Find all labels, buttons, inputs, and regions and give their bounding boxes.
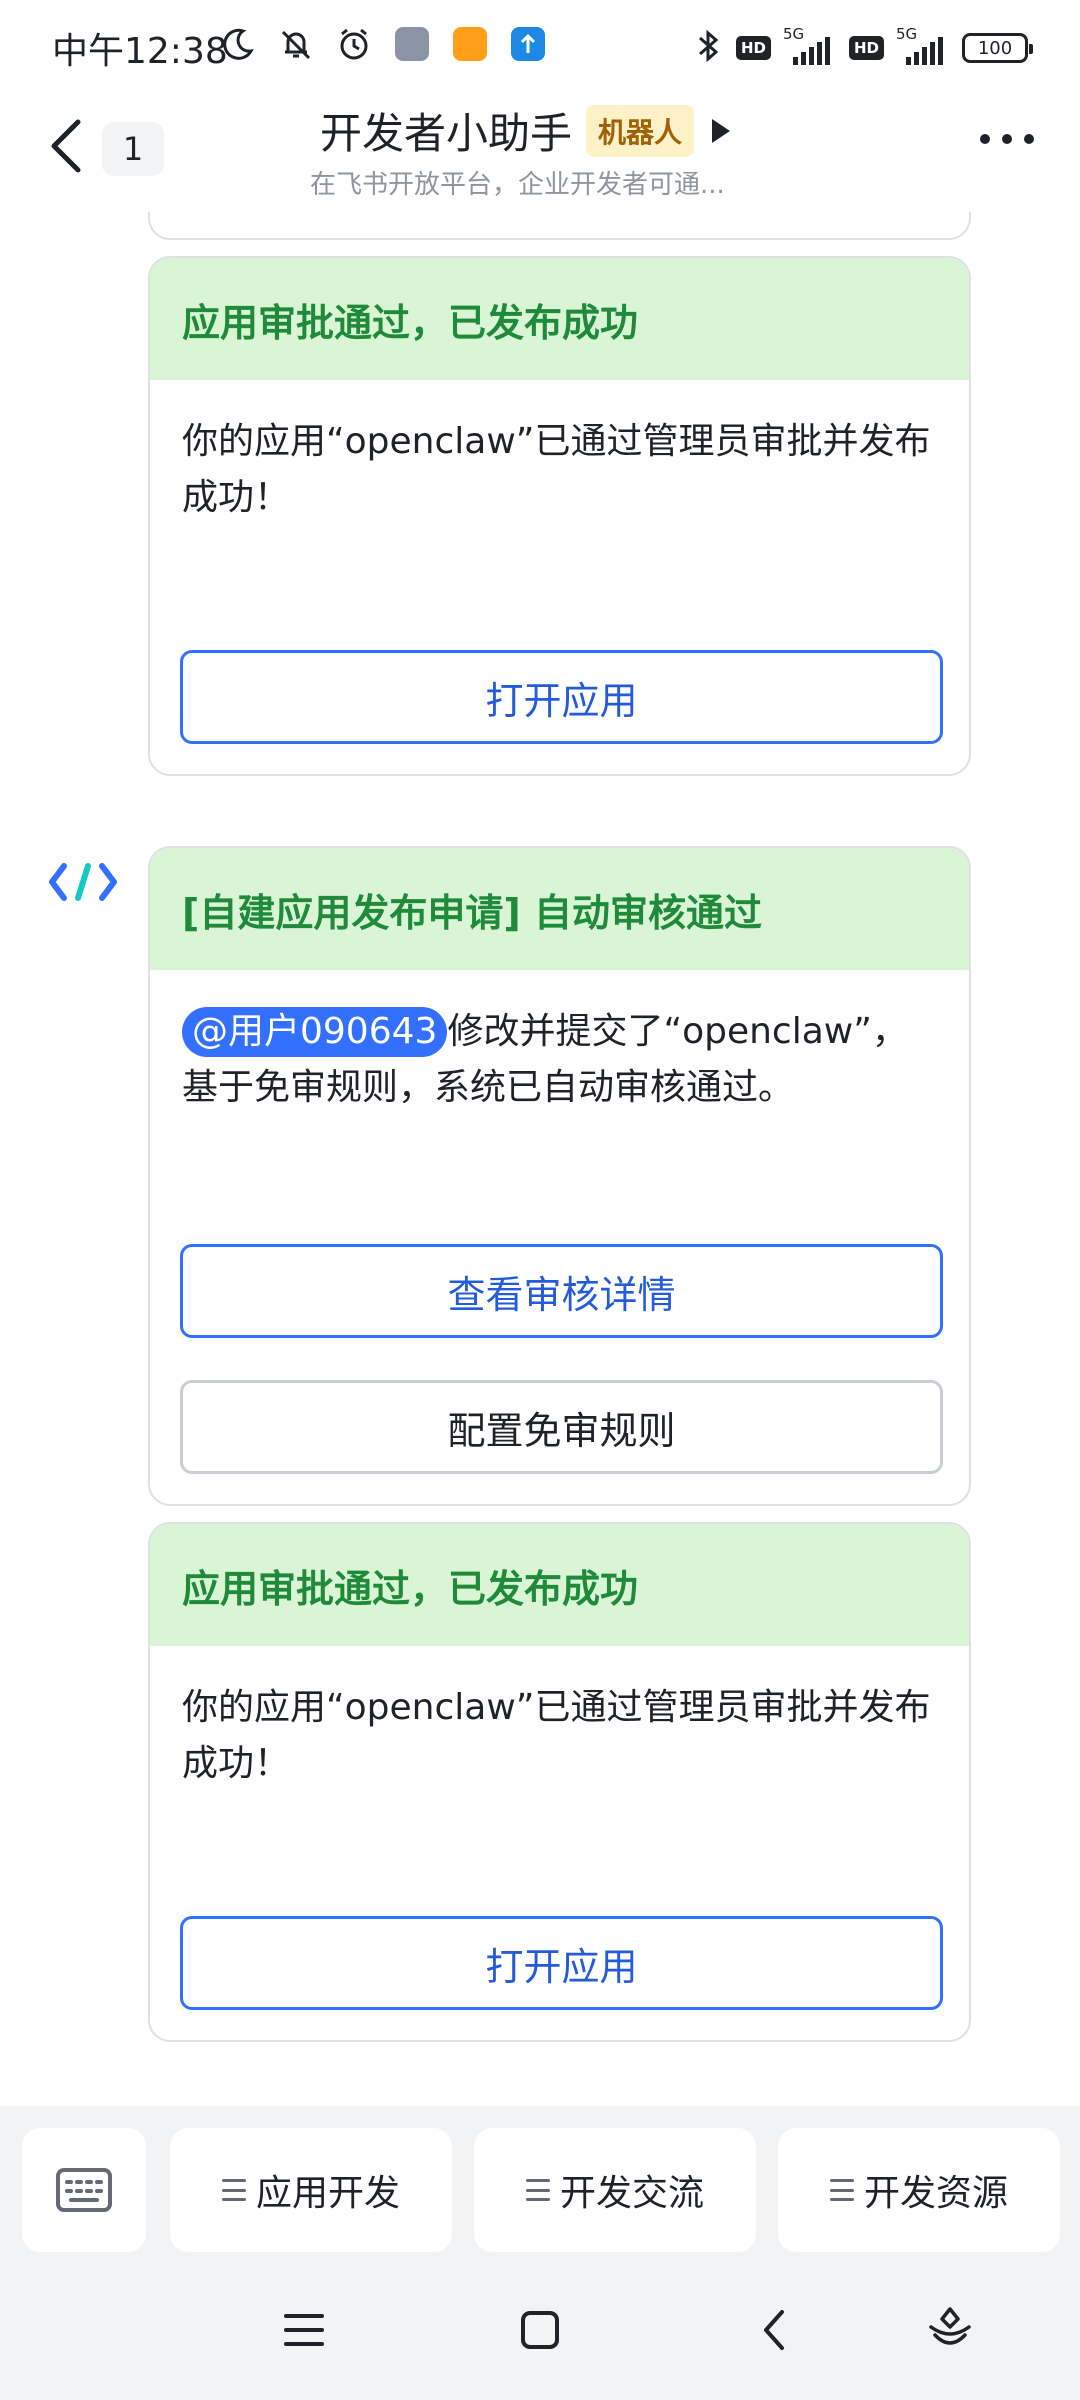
nav-back-button[interactable]: [744, 2300, 804, 2360]
menu-dev-resources[interactable]: 开发资源: [778, 2128, 1060, 2252]
chat-subtitle: 在飞书开放平台，企业开发者可通...: [310, 170, 725, 200]
signal-icon: 5G: [896, 25, 950, 65]
moon-icon: [218, 24, 258, 64]
nav-menu-button[interactable]: [274, 2300, 334, 2360]
message-card: 应用审批通过，已发布成功 你的应用“openclaw”已通过管理员审批并发布成功…: [148, 1522, 971, 2042]
mute-icon: [276, 24, 316, 64]
chat-header: 1 开发者小助手 机器人 在飞书开放平台，企业开发者可通...: [0, 92, 1080, 212]
hamburger-icon: [284, 2314, 324, 2346]
app-notification-icon: [392, 24, 432, 64]
keyboard-toggle-button[interactable]: [22, 2128, 146, 2252]
open-app-button[interactable]: 打开应用: [180, 650, 943, 744]
status-left-icons: [218, 24, 548, 64]
keyboard-icon: [56, 2168, 112, 2212]
status-time: 中午12:38: [52, 31, 228, 72]
title-row[interactable]: 开发者小助手 机器人: [320, 100, 734, 161]
card-title: 应用审批通过，已发布成功: [150, 1524, 969, 1646]
nav-assistant-button[interactable]: [920, 2300, 980, 2360]
nav-home-button[interactable]: [510, 2300, 570, 2360]
unread-count-badge[interactable]: 1: [102, 122, 164, 176]
alarm-icon: [334, 24, 374, 64]
more-button[interactable]: [980, 134, 1034, 144]
battery-level: 100: [977, 37, 1013, 59]
card-body: 你的应用“openclaw”已通过管理员审批并发布成功！: [182, 1687, 931, 1784]
app-notification-icon: [450, 24, 490, 64]
battery-icon: 100: [962, 33, 1033, 63]
back-button[interactable]: [44, 114, 92, 178]
menu-lines-icon: [829, 2179, 854, 2201]
message-card: 应用审批通过，已发布成功 你的应用“openclaw”已通过管理员审批并发布成功…: [148, 256, 971, 776]
menu-app-development[interactable]: 应用开发: [170, 2128, 452, 2252]
bot-menu-bar: 应用开发 开发交流 开发资源: [0, 2106, 1080, 2256]
bot-tag: 机器人: [586, 104, 695, 157]
menu-dev-exchange[interactable]: 开发交流: [474, 2128, 756, 2252]
chat-title: 开发者小助手: [320, 109, 573, 158]
home-square-icon: [521, 2311, 559, 2349]
message-card: [自建应用发布申请] 自动审核通过 @用户090643 修改并提交了“opencl…: [148, 846, 971, 1506]
assistant-icon: [929, 2307, 971, 2345]
menu-lines-icon: [221, 2179, 246, 2201]
card-title: [自建应用发布申请] 自动审核通过: [150, 848, 969, 970]
back-triangle-icon: [764, 2310, 784, 2350]
menu-lines-icon: [525, 2179, 550, 2201]
card-title: 应用审批通过，已发布成功: [150, 258, 969, 380]
menu-item-label: 应用开发: [255, 2173, 400, 2214]
status-right-icons: HD 5G HD 5G 100: [694, 25, 1033, 68]
signal-icon: 5G: [783, 25, 837, 65]
user-mention[interactable]: @用户090643: [182, 1007, 448, 1057]
hd-badge: HD: [848, 36, 884, 60]
card-body: @用户090643 修改并提交了“openclaw”，基于免审规则，系统已自动审核…: [150, 970, 969, 1116]
hd-badge: HD: [735, 36, 771, 60]
screen: 中午12:38 HD 5G HD 5G 100 1 开发者小助手 机器人 在飞书…: [0, 0, 1080, 2400]
system-nav-bar: [0, 2256, 1080, 2400]
bot-avatar[interactable]: [48, 860, 118, 904]
status-bar: 中午12:38 HD 5G HD 5G 100: [0, 0, 1080, 92]
menu-item-label: 开发资源: [863, 2173, 1008, 2214]
developer-bot-logo-icon: [49, 863, 117, 901]
bluetooth-icon: [694, 28, 724, 68]
card-body: 你的应用“openclaw”已通过管理员审批并发布成功！: [182, 421, 931, 518]
open-app-button[interactable]: 打开应用: [180, 1916, 943, 2010]
menu-item-label: 开发交流: [559, 2173, 704, 2214]
caret-right-icon: [712, 118, 731, 143]
upload-notification-icon: [508, 24, 548, 64]
view-review-details-button[interactable]: 查看审核详情: [180, 1244, 943, 1338]
configure-exemption-rules-button[interactable]: 配置免审规则: [180, 1380, 943, 1474]
chevron-left-icon: [51, 119, 81, 173]
